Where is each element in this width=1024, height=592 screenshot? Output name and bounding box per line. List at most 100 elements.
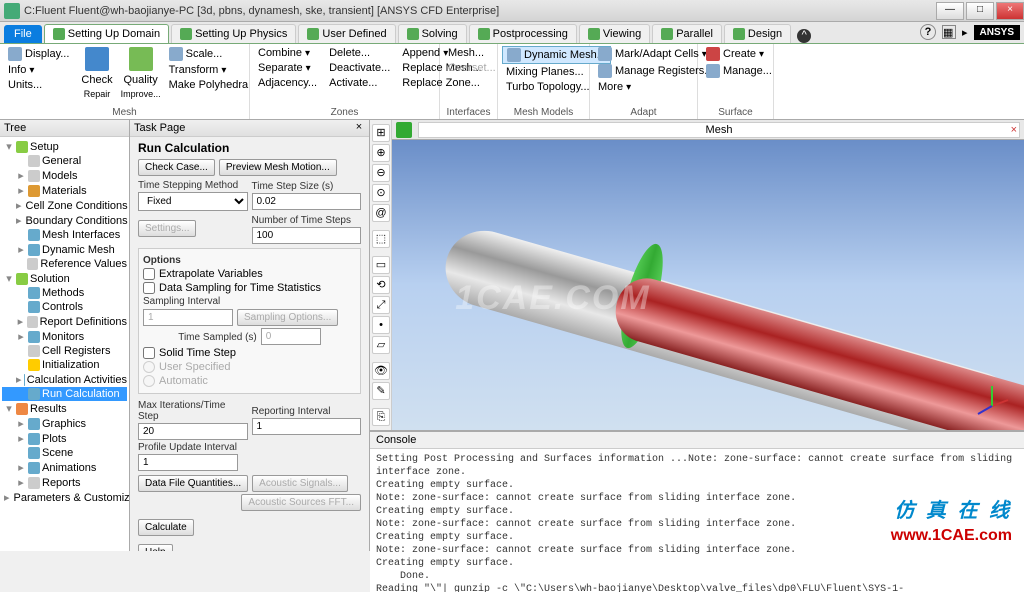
tree-node-setup[interactable]: ▾Setup bbox=[2, 139, 127, 154]
ribbon-tab-solving[interactable]: Solving bbox=[398, 24, 467, 43]
file-tab[interactable]: File bbox=[4, 25, 42, 43]
solid-ts-checkbox[interactable]: Solid Time Step bbox=[143, 347, 356, 359]
tree-node-report-definitions[interactable]: ▸Report Definitions bbox=[2, 314, 127, 329]
viewport-tool-1[interactable]: ⊕ bbox=[372, 144, 390, 162]
viewport-tool-10[interactable]: ⤢ bbox=[372, 296, 390, 314]
tree-node-monitors[interactable]: ▸Monitors bbox=[2, 329, 127, 344]
nts-label: Number of Time Steps bbox=[252, 215, 362, 226]
task-close-icon[interactable]: × bbox=[353, 122, 365, 134]
display-button[interactable]: Display... bbox=[4, 46, 73, 62]
max-iter-input[interactable] bbox=[138, 423, 248, 440]
interfaces-group-label: Interfaces bbox=[440, 106, 497, 119]
mesh-interfaces-button[interactable]: Mesh... bbox=[444, 46, 500, 60]
profile-input[interactable] bbox=[138, 454, 238, 471]
viewport-tool-0[interactable]: ⊞ bbox=[372, 124, 390, 142]
tree-node-results[interactable]: ▾Results bbox=[2, 401, 127, 416]
create-surface-button[interactable]: Create ▾ bbox=[702, 46, 776, 62]
page-watermark-cn: 仿 真 在 线 bbox=[894, 494, 1012, 523]
viewport-tab-close-icon[interactable]: × bbox=[1011, 124, 1017, 136]
viewport-tool-9[interactable]: ⟲ bbox=[372, 276, 390, 294]
polyhedra-button[interactable]: Make Polyhedra bbox=[165, 78, 253, 92]
viewport-tool-4[interactable]: @ bbox=[372, 204, 390, 222]
maximize-button[interactable]: □ bbox=[966, 2, 994, 20]
tree-node-initialization[interactable]: Initialization bbox=[2, 358, 127, 372]
viewport-tab-mesh[interactable]: Mesh× bbox=[418, 122, 1020, 138]
ts-method-select[interactable]: Fixed bbox=[138, 192, 248, 211]
tree-node-calculation-activities[interactable]: ▸Calculation Activities bbox=[2, 372, 127, 387]
viewport-tool-15[interactable]: ✎ bbox=[372, 382, 390, 400]
tree-node-materials[interactable]: ▸Materials bbox=[2, 183, 127, 198]
tree-node-graphics[interactable]: ▸Graphics bbox=[2, 416, 127, 431]
task-page-header: Task Page bbox=[134, 122, 185, 134]
tree-node-mesh-interfaces[interactable]: Mesh Interfaces bbox=[2, 228, 127, 242]
next-icon[interactable]: ▸ bbox=[962, 26, 968, 39]
extrapolate-checkbox[interactable]: Extrapolate Variables bbox=[143, 268, 356, 280]
tree-node-cell-zone-conditions[interactable]: ▸Cell Zone Conditions bbox=[2, 198, 127, 213]
ribbon-tab-setting-up-physics[interactable]: Setting Up Physics bbox=[171, 24, 296, 43]
tree-node-models[interactable]: ▸Models bbox=[2, 168, 127, 183]
tree-node-reference-values[interactable]: Reference Values bbox=[2, 257, 127, 271]
tree-node-dynamic-mesh[interactable]: ▸Dynamic Mesh bbox=[2, 242, 127, 257]
ribbon-tabs: File Setting Up DomainSetting Up Physics… bbox=[0, 22, 1024, 44]
help-icon[interactable]: ? bbox=[920, 24, 936, 40]
viewport-tool-14[interactable]: 👁 bbox=[372, 362, 390, 380]
viewport-tool-12[interactable]: ▱ bbox=[372, 336, 390, 354]
info-button[interactable]: Info ▾ bbox=[4, 63, 73, 77]
tree-node-general[interactable]: General bbox=[2, 154, 127, 168]
viewport-tool-17[interactable]: ⎘ bbox=[372, 408, 390, 426]
activate-button[interactable]: Activate... bbox=[325, 76, 394, 90]
ansys-logo: ANSYS bbox=[974, 25, 1020, 40]
nts-input[interactable] bbox=[252, 227, 362, 244]
tree-node-controls[interactable]: Controls bbox=[2, 300, 127, 314]
tree-node-reports[interactable]: ▸Reports bbox=[2, 475, 127, 490]
layout-icon[interactable]: ▦ bbox=[942, 25, 956, 39]
viewport-tool-2[interactable]: ⊖ bbox=[372, 164, 390, 182]
help-button[interactable]: Help bbox=[138, 544, 173, 551]
ribbon-tab-parallel[interactable]: Parallel bbox=[652, 24, 722, 43]
tree-node-parameters-customiza-[interactable]: ▸Parameters & Customiza… bbox=[2, 490, 127, 505]
tree-node-methods[interactable]: Methods bbox=[2, 286, 127, 300]
ribbon-tab-design[interactable]: Design bbox=[724, 24, 791, 43]
si-label: Sampling Interval bbox=[143, 296, 356, 307]
units-button[interactable]: Units... bbox=[4, 78, 73, 92]
viewport-tool-11[interactable]: • bbox=[372, 316, 390, 334]
sampling-checkbox[interactable]: Data Sampling for Time Statistics bbox=[143, 282, 356, 294]
scale-button[interactable]: Scale... bbox=[165, 46, 253, 62]
tree-node-scene[interactable]: Scene bbox=[2, 446, 127, 460]
tree-node-run-calculation[interactable]: Run Calculation bbox=[2, 387, 127, 401]
data-file-button[interactable]: Data File Quantities... bbox=[138, 475, 248, 492]
ribbon-tab-user-defined[interactable]: User Defined bbox=[298, 24, 395, 43]
combine-button[interactable]: Combine ▾ bbox=[254, 46, 321, 60]
close-button[interactable]: × bbox=[996, 2, 1024, 20]
viewport-tool-8[interactable]: ▭ bbox=[372, 256, 390, 274]
tree[interactable]: ▾SetupGeneral▸Models▸Materials▸Cell Zone… bbox=[0, 137, 129, 551]
tree-node-cell-registers[interactable]: Cell Registers bbox=[2, 344, 127, 358]
profile-label: Profile Update Interval bbox=[138, 442, 361, 453]
preview-mesh-button[interactable]: Preview Mesh Motion... bbox=[219, 159, 337, 176]
separate-button[interactable]: Separate ▾ bbox=[254, 61, 321, 75]
viewport-canvas[interactable]: 1CAE.COM bbox=[392, 140, 1024, 430]
manage-surface-button[interactable]: Manage... bbox=[702, 63, 776, 79]
viewport-tool-3[interactable]: ⊙ bbox=[372, 184, 390, 202]
tree-node-animations[interactable]: ▸Animations bbox=[2, 460, 127, 475]
check-case-button[interactable]: Check Case... bbox=[138, 159, 215, 176]
viewport-tool-6[interactable]: ⬚ bbox=[372, 230, 390, 248]
rep-int-input[interactable] bbox=[252, 418, 362, 435]
app-icon bbox=[4, 3, 20, 19]
ribbon-tab-postprocessing[interactable]: Postprocessing bbox=[469, 24, 577, 43]
tree-node-solution[interactable]: ▾Solution bbox=[2, 271, 127, 286]
expand-ribbon-icon[interactable]: ^ bbox=[797, 29, 811, 43]
ribbon-tab-setting-up-domain[interactable]: Setting Up Domain bbox=[44, 24, 169, 43]
ts-size-input[interactable] bbox=[252, 193, 362, 210]
tree-node-plots[interactable]: ▸Plots bbox=[2, 431, 127, 446]
ribbon-tab-viewing[interactable]: Viewing bbox=[579, 24, 650, 43]
transform-button[interactable]: Transform ▾ bbox=[165, 63, 253, 77]
minimize-button[interactable]: — bbox=[936, 2, 964, 20]
deactivate-button[interactable]: Deactivate... bbox=[325, 61, 394, 75]
tree-node-boundary-conditions[interactable]: ▸Boundary Conditions bbox=[2, 213, 127, 228]
toolbar-separator bbox=[372, 356, 390, 360]
rep-int-label: Reporting Interval bbox=[252, 406, 362, 417]
delete-button[interactable]: Delete... bbox=[325, 46, 394, 60]
adjacency-button[interactable]: Adjacency... bbox=[254, 76, 321, 90]
calculate-button[interactable]: Calculate bbox=[138, 519, 194, 536]
